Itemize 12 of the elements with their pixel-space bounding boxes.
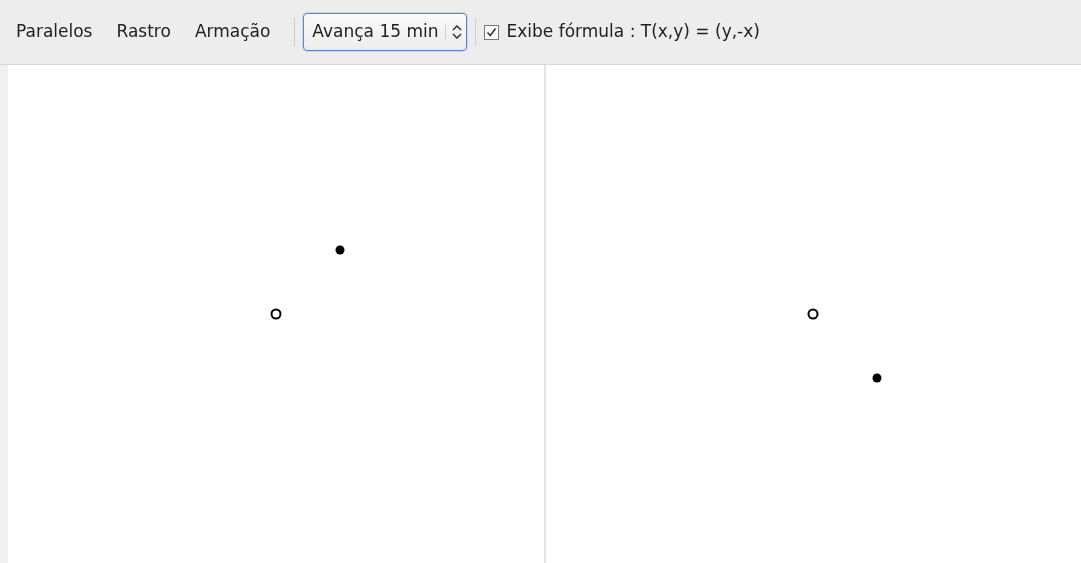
toolbar-button[interactable]: Rastro <box>108 15 179 49</box>
formula-label: Exibe fórmula : T(x,y) = (y,-x) <box>506 20 760 44</box>
origin-point <box>270 308 282 320</box>
toolbar-button[interactable]: Paralelos <box>8 15 101 49</box>
point <box>335 245 345 255</box>
origin-point <box>807 308 819 320</box>
point <box>872 373 882 383</box>
check-icon <box>485 26 497 38</box>
step-select[interactable]: Avança 15 min <box>303 13 467 51</box>
toolbar-button[interactable]: Armação <box>186 15 279 49</box>
updown-icon <box>451 25 462 39</box>
formula-checkbox[interactable] <box>483 24 499 40</box>
